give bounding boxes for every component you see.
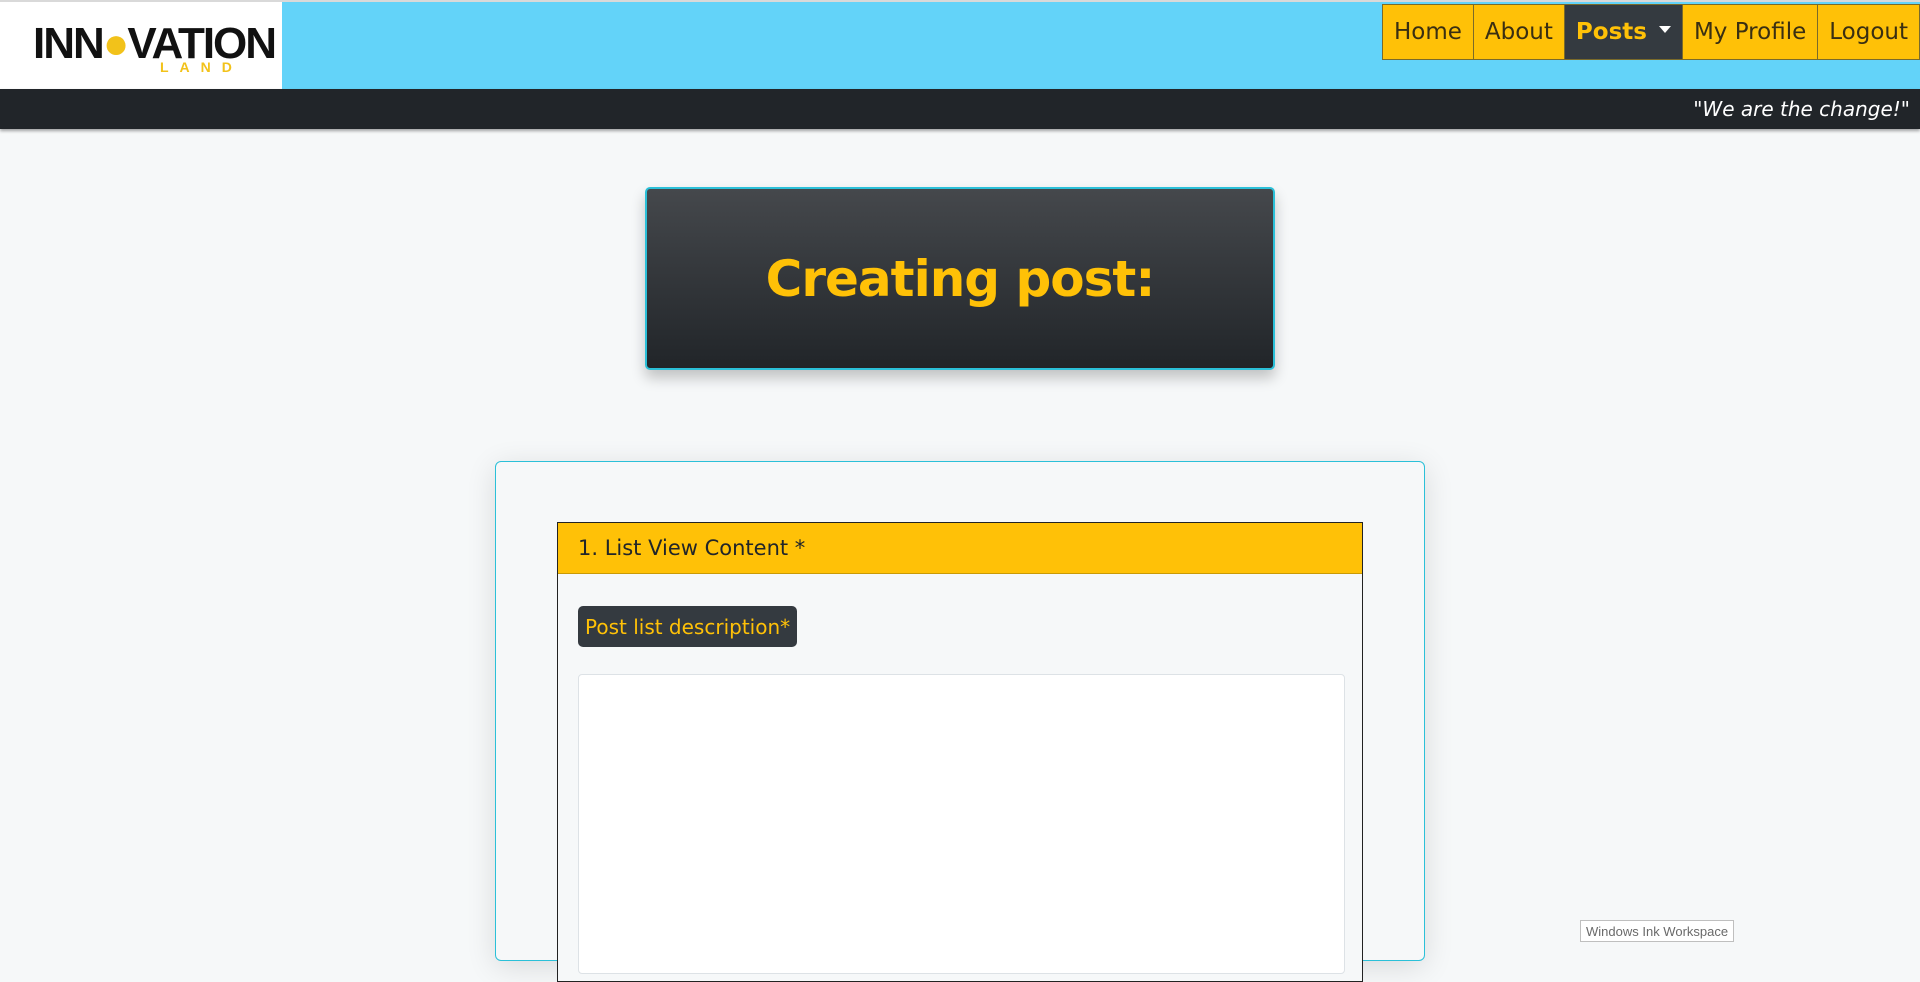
nav-home-link[interactable]: Home xyxy=(1381,4,1474,60)
top-navbar: INN●VATION LAND Home About Posts My Prof… xyxy=(0,0,1920,89)
main-nav: Home About Posts My Profile Logout xyxy=(1381,4,1920,60)
nav-about-label: About xyxy=(1484,19,1553,45)
post-form-card: 1. List View Content * Post list descrip… xyxy=(495,461,1425,982)
ink-tooltip-text: Windows Ink Workspace xyxy=(1586,923,1729,939)
post-list-description-textarea[interactable] xyxy=(578,674,1345,974)
lightbulb-icon: ● xyxy=(102,19,130,68)
nav-logout-label: Logout xyxy=(1829,19,1908,45)
section-header: 1. List View Content * xyxy=(558,523,1362,574)
slogan-text: "We are the change!" xyxy=(1693,97,1910,121)
logo[interactable]: INN●VATION LAND xyxy=(0,2,282,89)
list-view-content-section: 1. List View Content * Post list descrip… xyxy=(557,522,1363,982)
field-label-text: Post list description* xyxy=(585,614,791,639)
slogan-bar: "We are the change!" xyxy=(0,89,1920,129)
nav-posts-label: Posts xyxy=(1575,19,1647,45)
nav-posts-dropdown[interactable]: Posts xyxy=(1564,4,1683,60)
logo-subtitle: LAND xyxy=(160,59,243,75)
nav-logout-link[interactable]: Logout xyxy=(1818,4,1920,60)
nav-my-profile-link[interactable]: My Profile xyxy=(1682,4,1819,60)
caret-down-icon xyxy=(1658,25,1671,33)
nav-about-link[interactable]: About xyxy=(1473,4,1565,60)
nav-my-profile-label: My Profile xyxy=(1693,19,1807,45)
nav-home-label: Home xyxy=(1393,19,1462,45)
page-title: Creating post: xyxy=(765,249,1156,308)
page-title-card: Creating post: xyxy=(645,187,1275,370)
section-title: 1. List View Content * xyxy=(578,536,806,560)
post-list-description-label: Post list description* xyxy=(578,606,798,647)
windows-ink-workspace-tooltip: Windows Ink Workspace xyxy=(1580,920,1735,942)
logo-text-start: INN xyxy=(33,19,105,68)
